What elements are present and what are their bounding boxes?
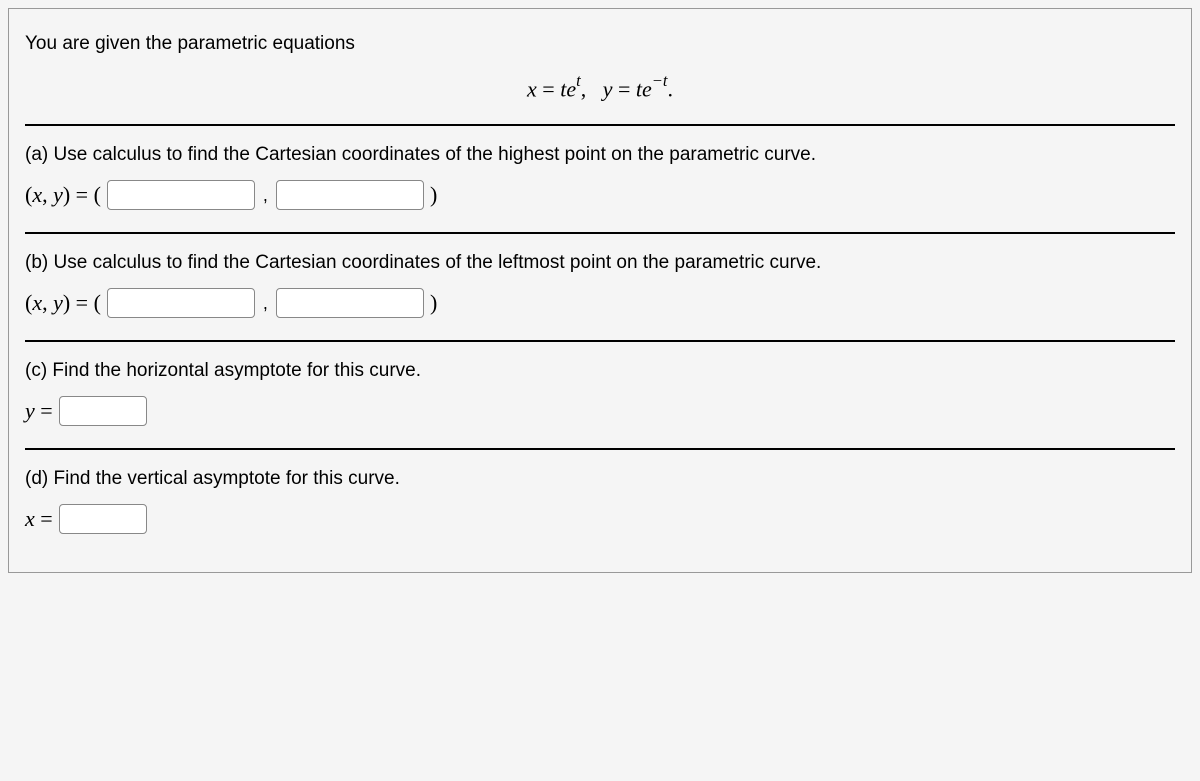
- eq-y-rhs-sup: −t: [652, 71, 668, 90]
- eq-y-lhs: y: [603, 76, 613, 101]
- eq-y-rhs-base: te: [636, 76, 652, 101]
- part-a-text: (a) Use calculus to find the Cartesian c…: [25, 144, 1175, 166]
- part-b-x-input[interactable]: [107, 288, 255, 318]
- part-d: (d) Find the vertical asymptote for this…: [25, 468, 1175, 534]
- part-b-y-input[interactable]: [276, 288, 424, 318]
- part-b-prefix: (x, y) = (: [25, 290, 101, 316]
- part-d-answer-line: x =: [25, 504, 1175, 534]
- part-a-x-input[interactable]: [107, 180, 255, 210]
- part-a-prefix: (x, y) = (: [25, 182, 101, 208]
- divider-4: [25, 448, 1175, 450]
- divider-3: [25, 340, 1175, 342]
- part-b-suffix: ): [430, 290, 437, 316]
- eq-sep: ,: [581, 76, 598, 101]
- part-a-y-input[interactable]: [276, 180, 424, 210]
- eq-x-rhs-base: te: [560, 76, 576, 101]
- divider-1: [25, 124, 1175, 126]
- part-c-prefix: y =: [25, 398, 53, 424]
- part-d-input[interactable]: [59, 504, 147, 534]
- part-b: (b) Use calculus to find the Cartesian c…: [25, 252, 1175, 318]
- problem-container: You are given the parametric equations x…: [8, 8, 1192, 573]
- eq-equals-1: =: [542, 76, 560, 101]
- part-a-suffix: ): [430, 182, 437, 208]
- part-c-text: (c) Find the horizontal asymptote for th…: [25, 360, 1175, 382]
- part-d-text: (d) Find the vertical asymptote for this…: [25, 468, 1175, 490]
- divider-2: [25, 232, 1175, 234]
- intro-text: You are given the parametric equations: [25, 33, 1175, 55]
- equation-display: x = tet, y = te−t.: [25, 73, 1175, 102]
- part-c: (c) Find the horizontal asymptote for th…: [25, 360, 1175, 426]
- part-b-answer-line: (x, y) = ( , ): [25, 288, 1175, 318]
- part-a-answer-line: (x, y) = ( , ): [25, 180, 1175, 210]
- part-c-answer-line: y =: [25, 396, 1175, 426]
- part-c-input[interactable]: [59, 396, 147, 426]
- eq-equals-2: =: [618, 76, 636, 101]
- eq-x-rhs-sup: t: [576, 71, 581, 90]
- part-a-comma: ,: [263, 185, 268, 206]
- part-b-comma: ,: [263, 293, 268, 314]
- part-d-prefix: x =: [25, 506, 53, 532]
- eq-x-lhs: x: [527, 76, 537, 101]
- part-a: (a) Use calculus to find the Cartesian c…: [25, 144, 1175, 210]
- eq-period: .: [667, 76, 673, 101]
- part-b-text: (b) Use calculus to find the Cartesian c…: [25, 252, 1175, 274]
